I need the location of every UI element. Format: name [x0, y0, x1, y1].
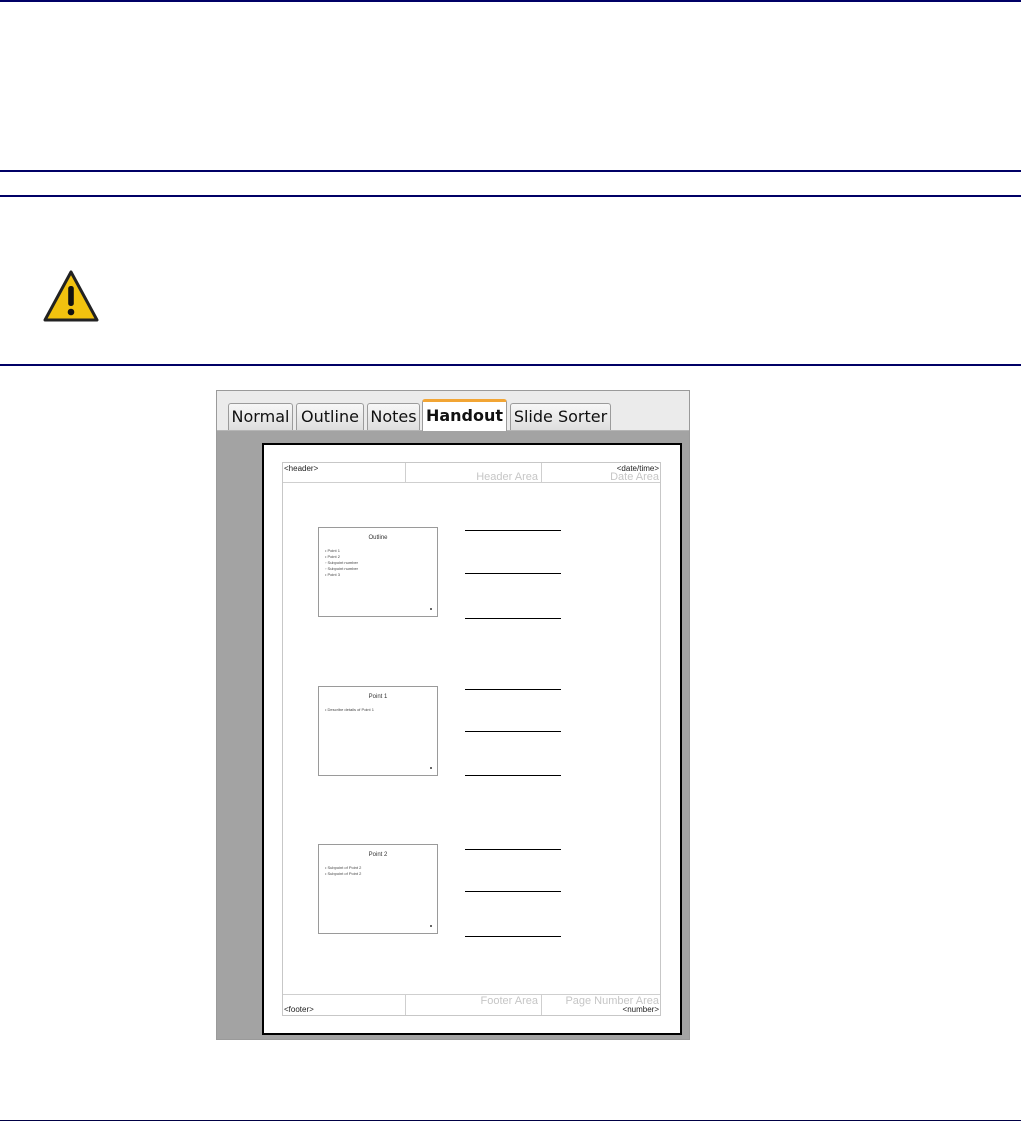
slide-bullet: • Describe details of Point 1 — [325, 707, 374, 712]
slide-number-mark — [430, 608, 432, 610]
tab-notes[interactable]: Notes — [367, 403, 420, 430]
notes-line — [465, 573, 561, 574]
notes-line — [465, 731, 561, 732]
footer-field: <footer> — [284, 1005, 314, 1014]
slide-number-mark — [430, 767, 432, 769]
tab-normal[interactable]: Normal — [228, 403, 293, 430]
header-field: <header> — [284, 464, 319, 473]
warning-icon — [43, 270, 99, 322]
slide-bullet: • Point 1 — [325, 548, 340, 553]
slide-bullet: • Subpoint of Point 2 — [325, 865, 362, 870]
slide-bullet: • Point 2 — [325, 554, 340, 559]
notes-line — [465, 689, 561, 690]
footer-area-label: Footer Area — [480, 995, 538, 1007]
header-divider — [283, 482, 660, 483]
slide-title: Point 2 — [368, 852, 388, 858]
notes-line — [465, 849, 561, 850]
slide-bullet: ◦ Subpoint number — [325, 560, 358, 565]
tab-slide-sorter[interactable]: Slide Sorter — [510, 403, 611, 430]
section-rule-upper — [0, 170, 1021, 172]
notes-line — [465, 936, 561, 937]
slide-title: Outline — [368, 535, 388, 541]
slide-thumbnail: Outline • Point 1 • Point 2 ◦ Subpoint n… — [318, 527, 438, 617]
top-rule — [0, 0, 1021, 2]
slide-bullet: • Point 3 — [325, 572, 340, 577]
slide-bullet: • Subpoint of Point 2 — [325, 871, 362, 876]
slide-thumbnail: Point 2 • Subpoint of Point 2 • Subpoint… — [318, 844, 438, 934]
footer-column-divider — [405, 994, 406, 1015]
notes-line — [465, 618, 561, 619]
handout-layout-frame: <header> <date/time> Header Area Date Ar… — [282, 462, 661, 1016]
slide-title: Point 1 — [368, 694, 388, 700]
notes-line — [465, 530, 561, 531]
view-tab-bar: Normal Outline Notes Handout Slide Sorte… — [217, 391, 689, 431]
tab-handout[interactable]: Handout — [422, 399, 507, 431]
impress-handout-screenshot: Normal Outline Notes Handout Slide Sorte… — [216, 390, 690, 1040]
slide-bullet: ◦ Subpoint number — [325, 566, 358, 571]
date-area-label: Date Area — [610, 471, 659, 483]
header-column-divider — [405, 463, 406, 482]
section-rule-lower — [0, 195, 1021, 197]
bottom-rule — [0, 1120, 1021, 1121]
slide-thumbnail: Point 1 • Describe details of Point 1 — [318, 686, 438, 776]
header-area-label: Header Area — [476, 471, 538, 483]
notes-line — [465, 891, 561, 892]
tab-outline[interactable]: Outline — [296, 403, 364, 430]
caution-rule — [0, 364, 1021, 366]
slide-number-mark — [430, 925, 432, 927]
number-field: <number> — [622, 1005, 659, 1014]
notes-line — [465, 775, 561, 776]
footer-column-divider — [541, 994, 542, 1015]
header-column-divider — [541, 463, 542, 482]
handout-page: <header> <date/time> Header Area Date Ar… — [262, 443, 682, 1035]
